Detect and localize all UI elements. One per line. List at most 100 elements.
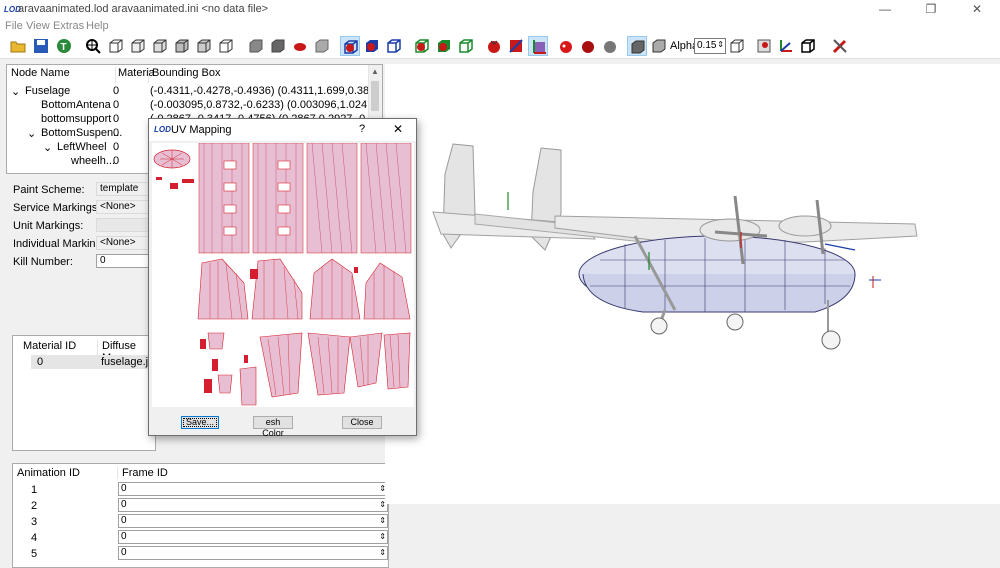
zoom-target-icon[interactable] <box>83 36 103 56</box>
red-bug-2-icon[interactable] <box>578 36 598 56</box>
view-cube-1-icon[interactable] <box>106 36 126 56</box>
uv-mapping-dialog: LOD UV Mapping ? ✕ Save... esh Color Clo… <box>148 118 417 438</box>
service-markings-label: Service Markings: <box>13 202 101 214</box>
tree-node-material: 0 <box>113 85 120 97</box>
red-cube-wire-icon[interactable] <box>340 36 360 56</box>
solid-gray-2-icon[interactable] <box>268 36 288 56</box>
axes-box-icon[interactable] <box>506 36 526 56</box>
animation-id-cell: 1 <box>31 484 38 496</box>
spinner-arrows-icon[interactable]: ⇕ <box>717 38 724 52</box>
airplane-model <box>432 143 918 350</box>
tree-node-leftwheel[interactable]: LeftWheel <box>57 141 107 155</box>
alpha-spinner[interactable]: 0.15 ⇕ <box>694 38 726 54</box>
frame-id-value: 0 <box>121 531 127 542</box>
expand-arrow-icon[interactable]: ⌄ <box>27 127 36 141</box>
frame-id-spinner[interactable]: 0 ⇕ <box>118 514 388 528</box>
dialog-help-button[interactable]: ? <box>359 123 365 135</box>
dialog-close-icon[interactable]: ✕ <box>393 122 403 136</box>
tools-icon[interactable] <box>830 36 850 56</box>
expand-arrow-icon[interactable]: ⌄ <box>43 141 52 155</box>
col-material-id[interactable]: Material ID <box>23 340 76 352</box>
uv-canvas[interactable] <box>152 142 414 407</box>
unit-markings-select[interactable] <box>96 218 156 232</box>
spinner-arrows-icon[interactable]: ⇕ <box>379 515 386 527</box>
service-markings-select[interactable]: <None> <box>96 200 156 214</box>
menu-extras[interactable]: Extras <box>53 20 84 32</box>
kill-number-input[interactable]: 0 <box>96 254 156 268</box>
spinner-arrows-icon[interactable]: ⇕ <box>379 547 386 559</box>
dialog-close-button[interactable]: Close <box>342 416 382 429</box>
save-button[interactable]: Save... <box>181 416 219 429</box>
3d-viewport[interactable] <box>385 64 1000 504</box>
animation-table[interactable]: Animation ID Frame ID 1 0 ⇕ 2 0 ⇕ 3 0 ⇕ 4 0… <box>12 463 389 568</box>
frame-id-spinner[interactable]: 0 ⇕ <box>118 482 388 496</box>
view-cube-5-icon[interactable] <box>194 36 214 56</box>
axes-icon[interactable] <box>776 36 796 56</box>
spinner-arrows-icon[interactable]: ⇕ <box>379 531 386 543</box>
view-cube-3-icon[interactable] <box>150 36 170 56</box>
save-disk-icon[interactable] <box>31 36 51 56</box>
close-button[interactable]: ✕ <box>954 0 1000 20</box>
col-animation-id[interactable]: Animation ID <box>17 467 80 479</box>
tree-node-material: 0 <box>113 99 120 111</box>
menu-view[interactable]: View <box>26 20 50 32</box>
animation-id-cell: 5 <box>31 548 38 560</box>
window-title: aravaanimated.lod aravaanimated.ini <no … <box>18 3 269 15</box>
tree-node-bottomsupport[interactable]: bottomsupport <box>41 113 111 127</box>
red-shape-icon[interactable] <box>290 36 310 56</box>
frame-id-spinner[interactable]: 0 ⇕ <box>118 546 388 560</box>
animation-id-cell: 3 <box>31 516 38 528</box>
animation-id-cell: 2 <box>31 500 38 512</box>
paint-scheme-label: Paint Scheme: <box>13 184 85 196</box>
red-cube-solid-icon[interactable] <box>362 36 382 56</box>
tree-node-bbox: (-0.003095,0.8732,-0.6233) (0.003096,1.0… <box>150 99 382 111</box>
col-frame-id[interactable]: Frame ID <box>117 467 168 479</box>
uv-map-image <box>153 142 412 406</box>
expand-arrow-icon[interactable]: ⌄ <box>11 85 20 99</box>
green-cube-solid-icon[interactable] <box>434 36 454 56</box>
menu-help[interactable]: Help <box>86 20 109 32</box>
view-cube-6-icon[interactable] <box>216 36 236 56</box>
blue-cube-icon[interactable] <box>384 36 404 56</box>
col-node-name[interactable]: Node Name <box>11 67 70 83</box>
solid-gray-3-icon[interactable] <box>312 36 332 56</box>
frame-id-value: 0 <box>121 547 127 558</box>
green-cube-red-icon[interactable] <box>412 36 432 56</box>
tree-node-wheelhub[interactable]: wheelh... <box>71 155 115 169</box>
table-row[interactable]: 0 fuselage.jpg.0 <box>31 355 170 369</box>
scroll-up-icon[interactable]: ▲ <box>371 67 379 76</box>
individual-markings-select[interactable]: <None> <box>96 236 156 250</box>
dialog-title-bar: LOD UV Mapping ? ✕ <box>149 119 416 141</box>
open-folder-icon[interactable] <box>8 36 28 56</box>
red-bug-1-icon[interactable] <box>556 36 576 56</box>
texture-t-icon[interactable]: T <box>54 36 74 56</box>
tree-node-fuselage[interactable]: Fuselage <box>25 85 70 99</box>
tree-node-material: 0 <box>113 127 120 139</box>
paint-scheme-select[interactable]: template <box>96 182 156 196</box>
wire-cube-icon[interactable] <box>727 36 747 56</box>
green-cube-icon[interactable] <box>456 36 476 56</box>
gray-bug-icon[interactable] <box>600 36 620 56</box>
axes-cube-icon[interactable] <box>528 36 548 56</box>
maximize-button[interactable]: ❐ <box>908 0 954 20</box>
view-cube-4-icon[interactable] <box>172 36 192 56</box>
solid-gray-1-icon[interactable] <box>246 36 266 56</box>
menu-file[interactable]: File <box>5 20 23 32</box>
mesh-color-button[interactable]: esh Color <box>253 416 293 438</box>
tree-node-bottomsuspension[interactable]: BottomSuspen... <box>41 127 122 141</box>
view-cube-2-icon[interactable] <box>128 36 148 56</box>
scroll-thumb[interactable] <box>371 81 379 111</box>
menu-bar: File View Extras Help <box>0 20 1000 34</box>
app-logo: LOD <box>4 5 21 14</box>
alpha-cube-icon[interactable] <box>627 36 647 56</box>
minimize-button[interactable]: — <box>862 0 908 20</box>
toolbar: T Alpha: 0.15 ⇕ <box>0 34 1000 59</box>
red-ball-icon[interactable] <box>484 36 504 56</box>
tree-node-bottomantena[interactable]: BottomAntena <box>41 99 111 113</box>
alpha-cube-2-icon[interactable] <box>649 36 669 56</box>
texture-map-icon[interactable] <box>754 36 774 56</box>
bounding-box-icon[interactable] <box>798 36 818 56</box>
material-table[interactable]: Material ID Diffuse Map 0 fuselage.jpg.0 <box>12 335 170 451</box>
col-bounding-box[interactable]: Bounding Box <box>148 67 221 83</box>
frame-id-spinner[interactable]: 0 ⇕ <box>118 530 388 544</box>
